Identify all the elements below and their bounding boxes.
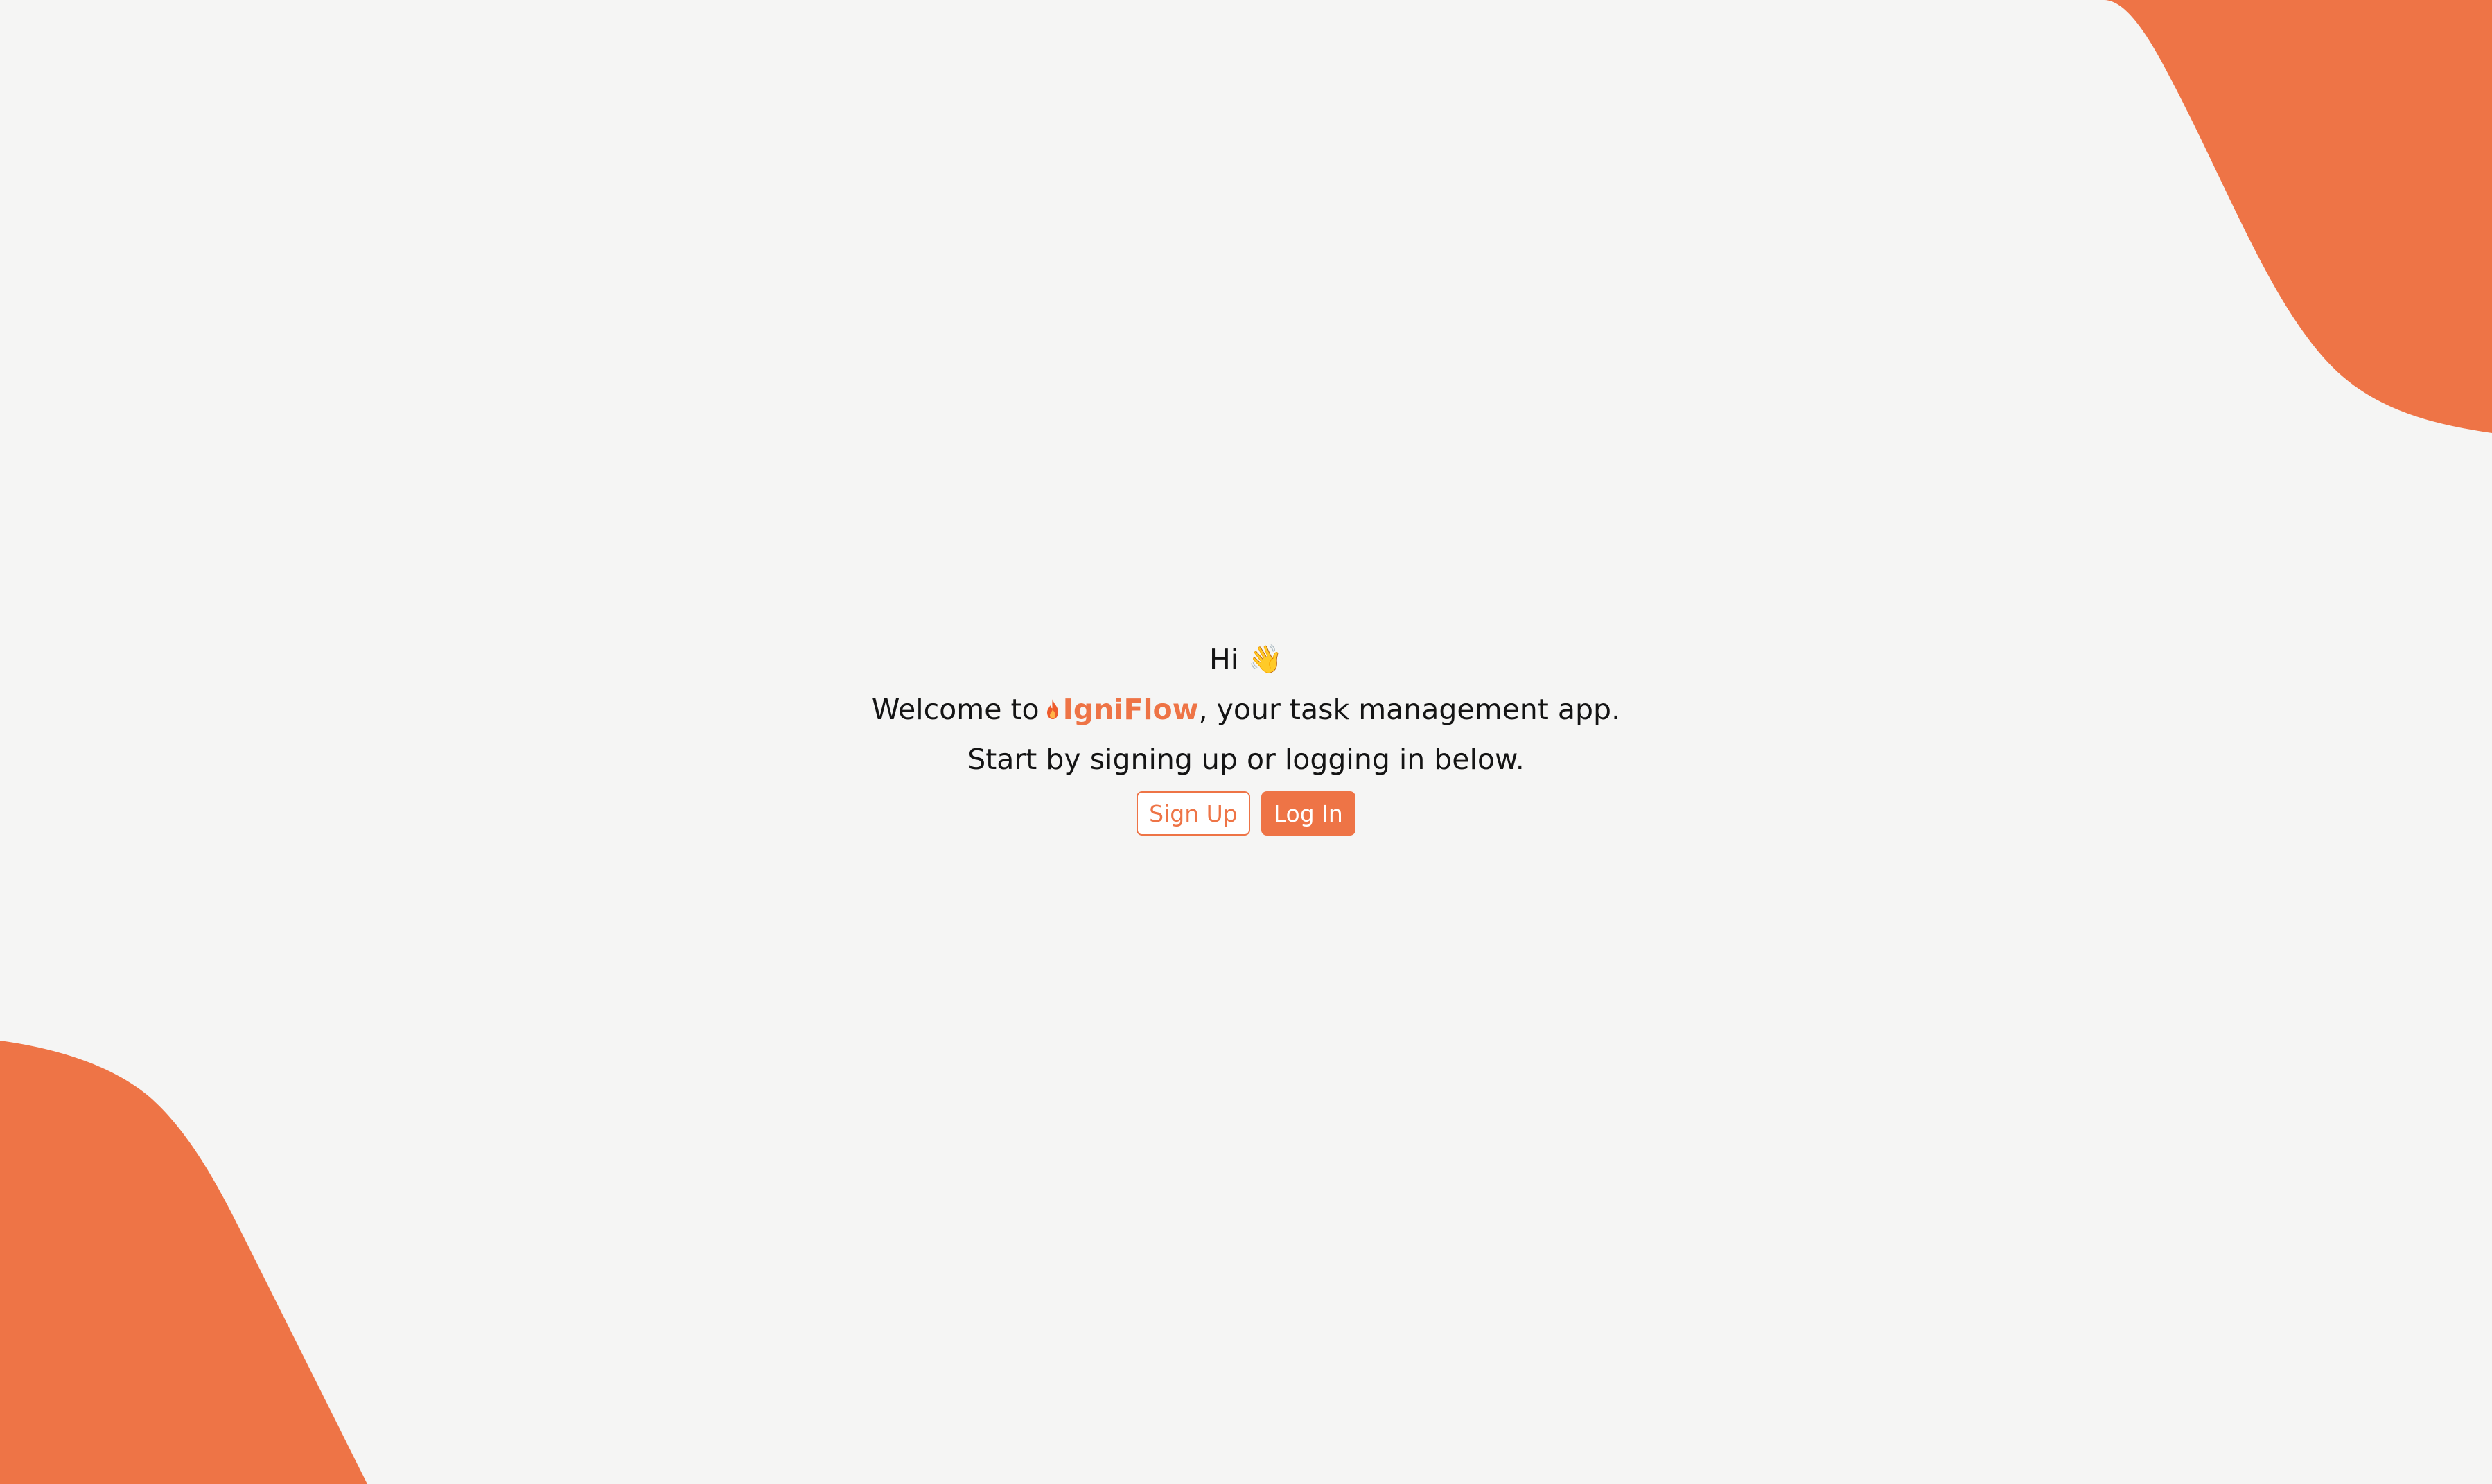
decorative-top-right-shape bbox=[2104, 0, 2492, 433]
landing-page: Hi 👋 Welcome to IgniFlow , your task man… bbox=[0, 0, 2492, 1484]
waving-hand-icon: 👋 bbox=[1248, 644, 1283, 675]
log-in-button[interactable]: Log In bbox=[1261, 791, 1355, 836]
brand: IgniFlow bbox=[1041, 684, 1199, 734]
instructions-text: Start by signing up or logging in below. bbox=[967, 743, 1525, 776]
greeting: Hi 👋 bbox=[1209, 635, 1283, 684]
brand-name: IgniFlow bbox=[1062, 693, 1199, 726]
welcome-prefix: Welcome to bbox=[871, 693, 1039, 726]
welcome-message: Welcome to IgniFlow , your task manageme… bbox=[872, 684, 1620, 734]
sign-up-button[interactable]: Sign Up bbox=[1137, 791, 1250, 836]
decorative-bottom-left-shape bbox=[0, 1041, 367, 1484]
welcome-panel: Hi 👋 Welcome to IgniFlow , your task man… bbox=[0, 635, 2492, 836]
welcome-suffix: , your task management app. bbox=[1198, 693, 1621, 726]
auth-buttons: Sign Up Log In bbox=[1137, 791, 1355, 836]
flame-icon bbox=[1046, 699, 1058, 719]
greeting-text: Hi bbox=[1209, 643, 1239, 676]
